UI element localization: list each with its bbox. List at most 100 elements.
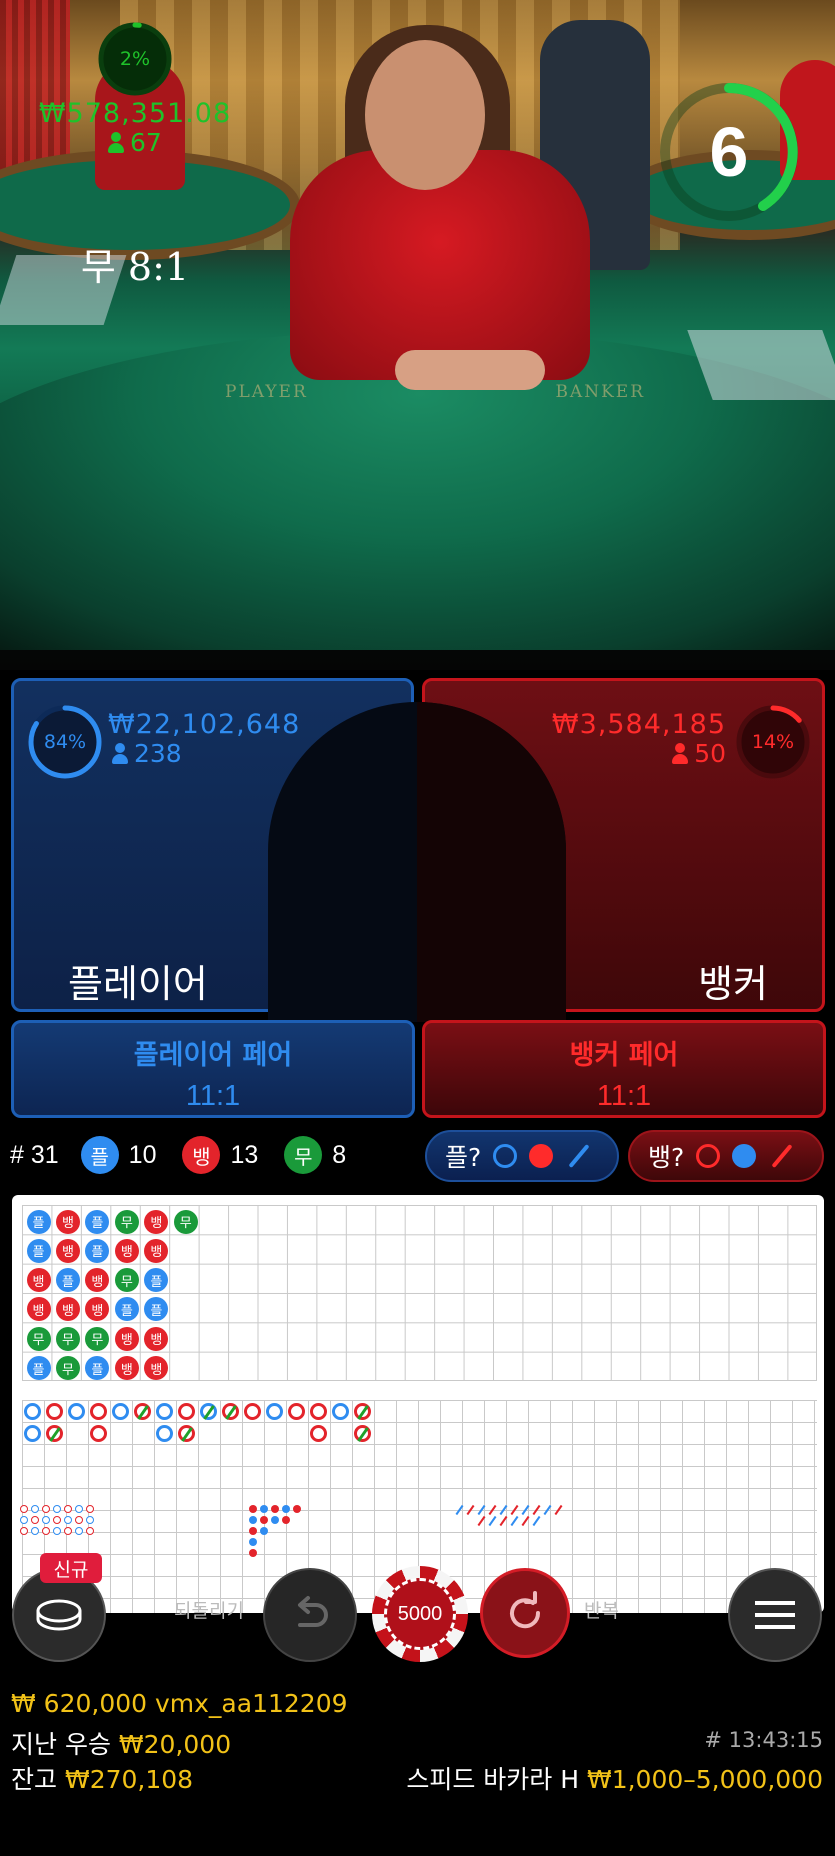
big-road-marker xyxy=(90,1403,107,1420)
big-eye-road-marker xyxy=(75,1516,83,1524)
big-eye-road-marker xyxy=(64,1527,72,1535)
small-road-marker xyxy=(293,1505,301,1513)
big-road-marker xyxy=(46,1403,63,1420)
player-ask-label: 플? xyxy=(445,1143,482,1172)
small-road-marker xyxy=(249,1538,257,1546)
player-label: 플레이어 xyxy=(68,962,208,1006)
tie-percent: 2% xyxy=(119,48,151,70)
bead-road-cell: 뱅 xyxy=(144,1238,169,1263)
big-eye-road-marker xyxy=(31,1516,39,1524)
player-percent: 84% xyxy=(43,731,87,753)
bead-road-cell: 뱅 xyxy=(114,1326,139,1351)
tie-total-amount: ₩578,351.08 xyxy=(38,98,232,129)
banker-percent-ring: 14% xyxy=(734,703,812,781)
big-road-marker xyxy=(288,1403,305,1420)
bead-road-cell: 플 xyxy=(85,1209,110,1234)
banker-wins-count: 13 xyxy=(230,1140,259,1169)
game-id: # 13:43:15 xyxy=(704,1728,823,1752)
bead-road-cell: 플 xyxy=(26,1356,51,1381)
chip-selector[interactable]: 5000 xyxy=(372,1566,468,1662)
last-win: 지난 우승 ₩20,000 xyxy=(11,1725,231,1761)
bead-road-cell: 무 xyxy=(114,1268,139,1293)
dealer-face xyxy=(365,40,485,190)
round-number: # 31 xyxy=(10,1140,59,1169)
bead-road-cell: 무 xyxy=(26,1326,51,1351)
person-icon xyxy=(112,742,128,765)
player-bettors: 238 xyxy=(134,739,182,768)
big-road-marker xyxy=(310,1425,327,1442)
last-bet-info: ₩ 620,000 vmx_aa112209 xyxy=(11,1689,348,1718)
big-eye-road-marker xyxy=(31,1505,39,1513)
tie-count-badge: 무 xyxy=(284,1136,323,1174)
small-road-marker xyxy=(282,1505,290,1513)
undo-button[interactable] xyxy=(263,1568,357,1662)
big-eye-road-marker xyxy=(31,1527,39,1535)
big-eye-road-marker xyxy=(86,1505,94,1513)
small-road-marker xyxy=(249,1527,257,1535)
countdown-number: 6 xyxy=(709,113,749,191)
big-eye-road-marker xyxy=(86,1527,94,1535)
bead-road-cell: 플 xyxy=(26,1238,51,1263)
player-ask-button[interactable]: 플? xyxy=(425,1130,619,1182)
big-road-marker xyxy=(24,1403,41,1420)
balance: 잔고 ₩270,108 xyxy=(11,1760,193,1796)
banker-percent: 14% xyxy=(751,731,795,753)
bead-road-cell: 무 xyxy=(114,1209,139,1234)
last-win-label: 지난 우승 xyxy=(11,1730,111,1759)
player-wins-count: 10 xyxy=(128,1140,157,1169)
menu-button[interactable] xyxy=(728,1568,822,1662)
repeat-icon xyxy=(510,1591,541,1629)
chip-value: 5000 xyxy=(384,1578,456,1650)
small-road-marker xyxy=(271,1516,279,1524)
undo-label: 되돌리기 xyxy=(174,1600,244,1622)
big-eye-road-marker xyxy=(75,1505,83,1513)
small-road-marker xyxy=(260,1516,268,1524)
big-eye-road-marker xyxy=(86,1516,94,1524)
undo-icon xyxy=(298,1596,328,1627)
player-total-amount: ₩22,102,648 xyxy=(108,709,301,740)
big-eye-road-marker xyxy=(64,1516,72,1524)
table-info: 스피드 바카라 H ₩1,000–5,000,000 xyxy=(406,1760,823,1796)
big-eye-road-marker xyxy=(20,1527,28,1535)
bead-road-cell: 뱅 xyxy=(144,1209,169,1234)
big-eye-ring-icon xyxy=(493,1144,518,1168)
player-bettor-count: 238 xyxy=(112,739,182,768)
banker-label: 뱅커 xyxy=(698,962,768,1006)
big-eye-road-marker xyxy=(20,1516,28,1524)
banker-pair-bet[interactable]: 뱅커 페어 11:1 xyxy=(422,1020,826,1118)
bead-road-cell: 플 xyxy=(55,1268,80,1293)
scoreboard-roads[interactable]: 플플뱅뱅무플뱅뱅플뱅무무플플뱅뱅무플무뱅무플뱅뱅뱅뱅플플뱅뱅무 xyxy=(12,1195,824,1613)
tie-bettors: 67 xyxy=(130,128,162,157)
big-eye-road-marker xyxy=(53,1527,61,1535)
player-pair-odds: 11:1 xyxy=(185,1080,241,1112)
small-road-marker xyxy=(271,1505,279,1513)
table-name: 스피드 바카라 H xyxy=(406,1765,580,1794)
big-road-marker xyxy=(24,1425,41,1442)
tie-percent-ring: 2% xyxy=(96,20,174,98)
repeat-label: 반복 xyxy=(584,1600,619,1622)
bead-road-cell: 뱅 xyxy=(144,1326,169,1351)
big-road-marker xyxy=(244,1403,261,1420)
bead-road-cell: 뱅 xyxy=(55,1238,80,1263)
bead-road-cell: 무 xyxy=(55,1326,80,1351)
player-pair-title: 플레이어 페어 xyxy=(133,1040,293,1071)
repeat-button[interactable] xyxy=(480,1568,570,1658)
bead-road-cell: 뱅 xyxy=(55,1209,80,1234)
bead-road-cell: 뱅 xyxy=(114,1356,139,1381)
small-road-marker xyxy=(249,1516,257,1524)
player-pair-bet[interactable]: 플레이어 페어 11:1 xyxy=(11,1020,415,1118)
banker-pair-odds: 11:1 xyxy=(596,1080,652,1112)
big-road-marker xyxy=(266,1403,283,1420)
cockroach-slash-icon xyxy=(568,1143,590,1169)
tie-bettor-count: 67 xyxy=(108,128,162,157)
small-road-marker xyxy=(260,1505,268,1513)
countdown-timer: 6 xyxy=(655,78,803,226)
big-road-marker xyxy=(68,1403,85,1420)
chip-stack-icon xyxy=(36,1599,82,1631)
small-road-marker xyxy=(260,1527,268,1535)
banker-ask-button[interactable]: 뱅? xyxy=(628,1130,824,1182)
big-eye-road-marker xyxy=(75,1527,83,1535)
card-shoe xyxy=(687,330,835,400)
bead-road-cell: 플 xyxy=(26,1209,51,1234)
bead-road-cell: 뱅 xyxy=(26,1297,51,1322)
